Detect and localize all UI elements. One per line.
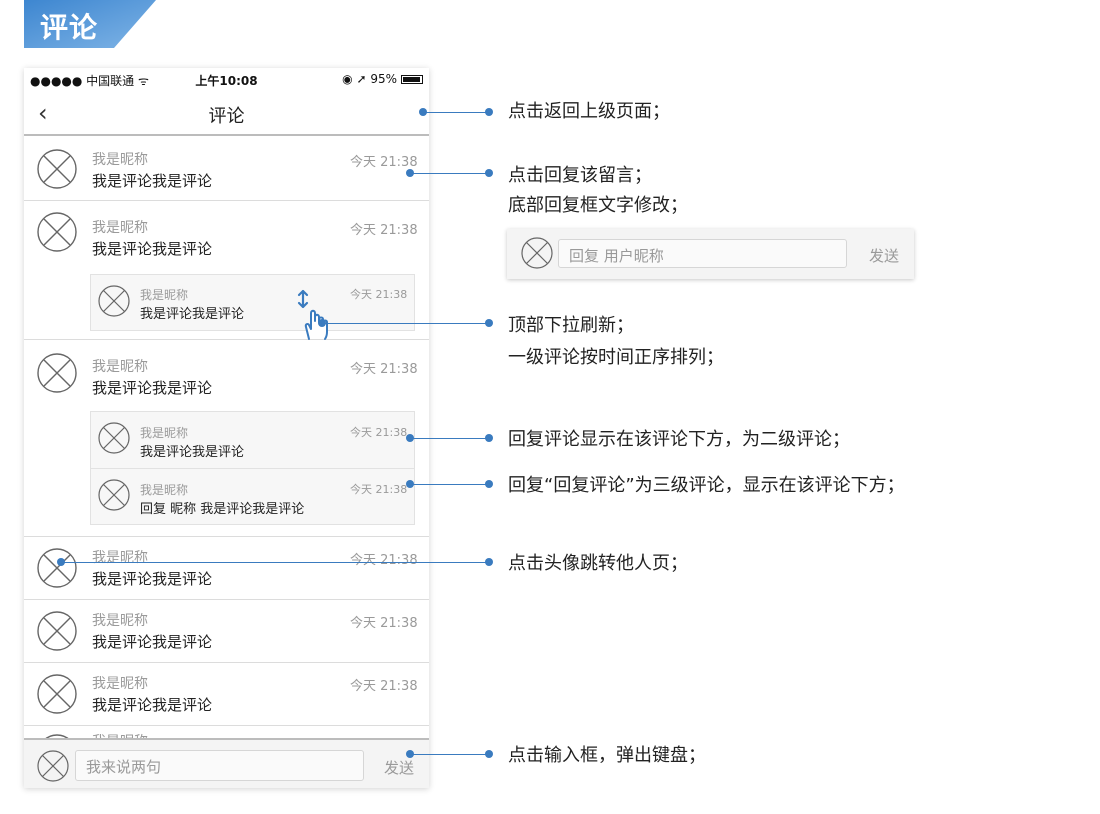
phone-mockup: ●●●●● 中国联通 ᯤ 上午10:08 ◉ ➚ 95% ‹ 评论 我是昵称 我…: [24, 68, 429, 788]
annotation-line: [410, 173, 489, 174]
comment-row[interactable]: 我是昵称 我是评论我是评论 今天 21:38: [24, 138, 429, 201]
avatar-icon[interactable]: [98, 285, 130, 317]
section-badge: 评论: [24, 0, 156, 48]
annotation-dot: [485, 319, 493, 327]
annotation-reply: 点击回复该留言；: [508, 165, 652, 186]
comment-row[interactable]: 我是昵称 我是评论我是评论 今天 21:38 我是昵称 我是评论我是评论 今天 …: [24, 201, 429, 340]
annotation-line: [322, 323, 489, 324]
annotation-line: [410, 438, 489, 439]
reply-input-sample: 回复 用户昵称 发送: [507, 229, 914, 279]
comment-content: 我是评论我是评论: [92, 240, 213, 258]
reply-item[interactable]: 我是昵称 我是评论我是评论 今天 21:38: [91, 412, 414, 468]
avatar-icon[interactable]: [37, 149, 77, 189]
annotation-pull-refresh: 顶部下拉刷新；: [508, 315, 634, 336]
annotation-dot: [485, 480, 493, 488]
annotation-dot: [485, 108, 493, 116]
reply-nick: 我是昵称: [140, 426, 189, 440]
comment-row[interactable]: 我是昵称 我是评论我是评论 今天 21:38 我是昵称 我是评论我是评论 今天 …: [24, 340, 429, 537]
send-button[interactable]: 发送: [384, 757, 414, 778]
avatar-icon[interactable]: [37, 674, 77, 714]
section-title: 评论: [40, 11, 99, 44]
comment-input[interactable]: 我来说两句: [75, 750, 364, 781]
comment-content: 我是评论我是评论: [92, 172, 213, 190]
status-right: ◉ ➚ 95%: [342, 72, 423, 86]
annotation-third-level: 回复“回复评论”为三级评论，显示在该评论下方；: [508, 475, 905, 496]
comment-nick: 我是昵称: [92, 359, 148, 375]
comment-nick: 我是昵称: [92, 613, 148, 629]
comment-row[interactable]: 我是昵称 我是评论我是评论 今天 21:38: [24, 537, 429, 600]
reply-nick: 我是昵称: [140, 288, 189, 302]
comment-time: 今天 21:38: [350, 362, 418, 377]
reply-time: 今天 21:38: [350, 288, 408, 301]
comment-content: 我是评论我是评论: [92, 696, 213, 714]
avatar-icon[interactable]: [98, 422, 130, 454]
annotation-input: 点击输入框，弹出键盘；: [508, 745, 706, 766]
annotation-back: 点击返回上级页面；: [508, 101, 670, 122]
nav-bar: ‹ 评论: [24, 90, 429, 136]
comment-nick: 我是昵称: [92, 220, 148, 236]
comment-row[interactable]: 我是昵称 我是评论我是评论 今天 21:38: [24, 663, 429, 726]
comment-content: 我是评论我是评论: [92, 379, 213, 397]
status-battery-text: ◉ ➚ 95%: [342, 72, 397, 86]
annotation-line: [61, 562, 489, 563]
comment-time: 今天 21:38: [350, 223, 418, 238]
reply-content: 回复 昵称 我是评论我是评论: [140, 502, 305, 517]
reply-input[interactable]: 回复 用户昵称: [558, 239, 847, 268]
annotation-dot: [485, 169, 493, 177]
comment-nick: 我是昵称: [92, 152, 148, 168]
reply-nick: 我是昵称: [140, 483, 189, 497]
annotation-line: [410, 484, 489, 485]
reply-send-button[interactable]: 发送: [869, 245, 899, 266]
reply-content: 我是评论我是评论: [140, 445, 245, 460]
annotation-dot: [485, 434, 493, 442]
reply-content: 我是评论我是评论: [140, 307, 245, 322]
annotation-reply-box-text: 底部回复框文字修改；: [508, 195, 688, 216]
reply-time: 今天 21:38: [350, 483, 408, 496]
avatar-icon[interactable]: [37, 353, 77, 393]
annotation-dot: [485, 750, 493, 758]
comment-nick: 我是昵称: [92, 550, 148, 566]
comment-time: 今天 21:38: [350, 679, 418, 694]
annotation-second-level: 回复评论显示在该评论下方，为二级评论；: [508, 429, 850, 450]
avatar-icon[interactable]: [37, 212, 77, 252]
comment-nick: 我是昵称: [92, 676, 148, 692]
comment-time: 今天 21:38: [350, 553, 418, 568]
comment-time: 今天 21:38: [350, 155, 418, 170]
reply-item[interactable]: 我是昵称 回复 昵称 我是评论我是评论 今天 21:38: [91, 469, 414, 525]
status-bar: ●●●●● 中国联通 ᯤ 上午10:08 ◉ ➚ 95%: [24, 68, 429, 90]
pull-refresh-hand-icon: [294, 287, 330, 347]
annotation-line: [410, 754, 489, 755]
battery-icon: [401, 74, 423, 84]
avatar-icon[interactable]: [98, 479, 130, 511]
page-title: 评论: [208, 106, 245, 127]
reply-time: 今天 21:38: [350, 426, 408, 439]
avatar-icon[interactable]: [37, 611, 77, 651]
annotation-dot: [485, 558, 493, 566]
annotation-order: 一级评论按时间正序排列；: [508, 347, 724, 368]
comment-row[interactable]: 我是昵称 我是评论我是评论 今天 21:38: [24, 600, 429, 663]
reply-box: 我是昵称 我是评论我是评论 今天 21:38 我是昵称 回复 昵称 我是评论我是…: [90, 411, 415, 525]
avatar-icon: [37, 750, 69, 782]
comment-content: 我是评论我是评论: [92, 570, 213, 588]
reply-item[interactable]: 我是昵称 我是评论我是评论 今天 21:38: [91, 275, 414, 330]
comment-input-bar: 我来说两句 发送: [24, 738, 429, 788]
comment-content: 我是评论我是评论: [92, 633, 213, 651]
annotation-avatar: 点击头像跳转他人页；: [508, 553, 688, 574]
annotation-line: [423, 112, 489, 113]
comment-time: 今天 21:38: [350, 616, 418, 631]
avatar-icon[interactable]: [37, 548, 77, 588]
avatar-icon: [521, 237, 553, 269]
